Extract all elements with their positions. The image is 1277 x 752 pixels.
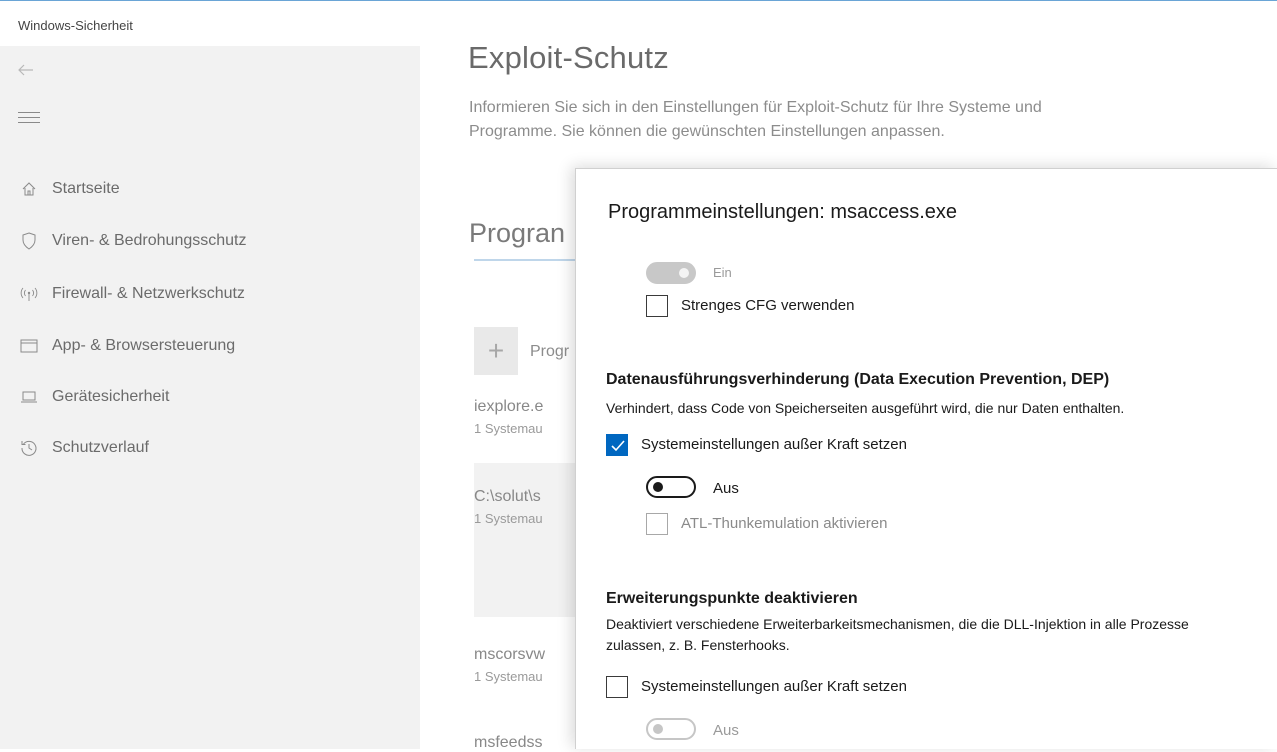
add-program-button[interactable]: + (474, 327, 518, 375)
program-name: mscorsvw (474, 646, 546, 663)
add-program-label[interactable]: Progr (530, 343, 569, 361)
extension-points-override-label: Systemeinstellungen außer Kraft setzen (641, 678, 907, 695)
sidebar-item-label: Firewall- & Netzwerkschutz (52, 285, 245, 302)
browser-window-icon (20, 337, 38, 355)
list-item-selected[interactable] (474, 463, 584, 617)
checkmark-icon (611, 440, 625, 452)
page-title: Exploit-Schutz (468, 40, 669, 75)
laptop-icon (20, 388, 38, 406)
dep-section-title: Datenausführungsverhinderung (Data Execu… (606, 371, 1110, 388)
window-title: Windows-Sicherheit (18, 18, 133, 33)
program-settings-dialog: Programmeinstellungen: msaccess.exe Ein … (575, 168, 1277, 749)
sidebar: Startseite Viren- & Bedrohungsschutz Fir… (0, 46, 420, 749)
extension-points-toggle[interactable] (646, 718, 696, 740)
sidebar-item-label: Viren- & Bedrohungsschutz (52, 232, 247, 249)
strict-cfg-label: Strenges CFG verwenden (681, 297, 855, 314)
sidebar-item-label: Startseite (52, 180, 120, 197)
sidebar-item-home[interactable]: Startseite (0, 169, 420, 209)
dep-override-checkbox[interactable] (606, 434, 628, 456)
sidebar-item-device-security[interactable]: Gerätesicherheit (0, 377, 420, 417)
atl-thunk-label: ATL-Thunkemulation aktivieren (681, 515, 888, 532)
extension-points-toggle-label: Aus (713, 722, 739, 739)
sidebar-item-virus-protection[interactable]: Viren- & Bedrohungsschutz (0, 221, 420, 261)
dep-toggle-label: Aus (713, 480, 739, 497)
history-clock-icon (20, 439, 38, 457)
program-subtext: 1 Systemau (474, 511, 543, 526)
extension-points-section-title: Erweiterungspunkte deaktivieren (606, 590, 858, 607)
sidebar-item-app-browser[interactable]: App- & Browsersteuerung (0, 326, 420, 366)
strict-cfg-checkbox[interactable] (646, 295, 668, 317)
dep-toggle[interactable] (646, 476, 696, 498)
back-arrow-icon (18, 64, 33, 76)
sidebar-item-label: Schutzverlauf (52, 439, 149, 456)
program-settings-tab[interactable]: Progran (469, 218, 565, 249)
sidebar-item-firewall[interactable]: Firewall- & Netzwerkschutz (0, 274, 420, 314)
dep-override-label: Systemeinstellungen außer Kraft setzen (641, 436, 907, 453)
list-item[interactable]: C:\solut\s 1 Systemau (474, 488, 584, 526)
program-name: C:\solut\s (474, 488, 541, 505)
atl-thunk-checkbox[interactable] (646, 513, 668, 535)
cfg-toggle-label: Ein (713, 265, 732, 280)
back-button[interactable] (16, 60, 44, 84)
page-description: Informieren Sie sich in den Einstellunge… (469, 99, 1042, 140)
sidebar-item-protection-history[interactable]: Schutzverlauf (0, 428, 420, 468)
shield-icon (20, 232, 38, 250)
cfg-toggle[interactable] (646, 262, 696, 284)
window-top-border (0, 0, 1277, 1)
extension-points-description: Deaktiviert verschiedene Erweiterbarkeit… (606, 616, 1189, 653)
program-subtext: 1 Systemau (474, 669, 543, 684)
program-name: msfeedss (474, 734, 543, 751)
home-icon (20, 180, 38, 198)
program-name: iexplore.e (474, 398, 544, 415)
list-item[interactable]: iexplore.e 1 Systemau (474, 398, 584, 436)
tab-underline (474, 259, 584, 261)
list-item[interactable]: mscorsvw 1 Systemau (474, 646, 584, 684)
sidebar-item-label: App- & Browsersteuerung (52, 337, 236, 354)
dep-section-description: Verhindert, dass Code von Speicherseiten… (606, 400, 1125, 416)
extension-points-override-checkbox[interactable] (606, 676, 628, 698)
program-subtext: 1 Systemau (474, 421, 543, 436)
hamburger-menu-button[interactable] (18, 112, 40, 130)
dialog-title: Programmeinstellungen: msaccess.exe (608, 201, 958, 223)
wireless-antenna-icon (20, 285, 38, 303)
plus-icon: + (487, 335, 505, 366)
sidebar-item-label: Gerätesicherheit (52, 388, 170, 405)
hamburger-menu-icon (18, 112, 40, 113)
list-item[interactable]: msfeedss (474, 734, 584, 752)
